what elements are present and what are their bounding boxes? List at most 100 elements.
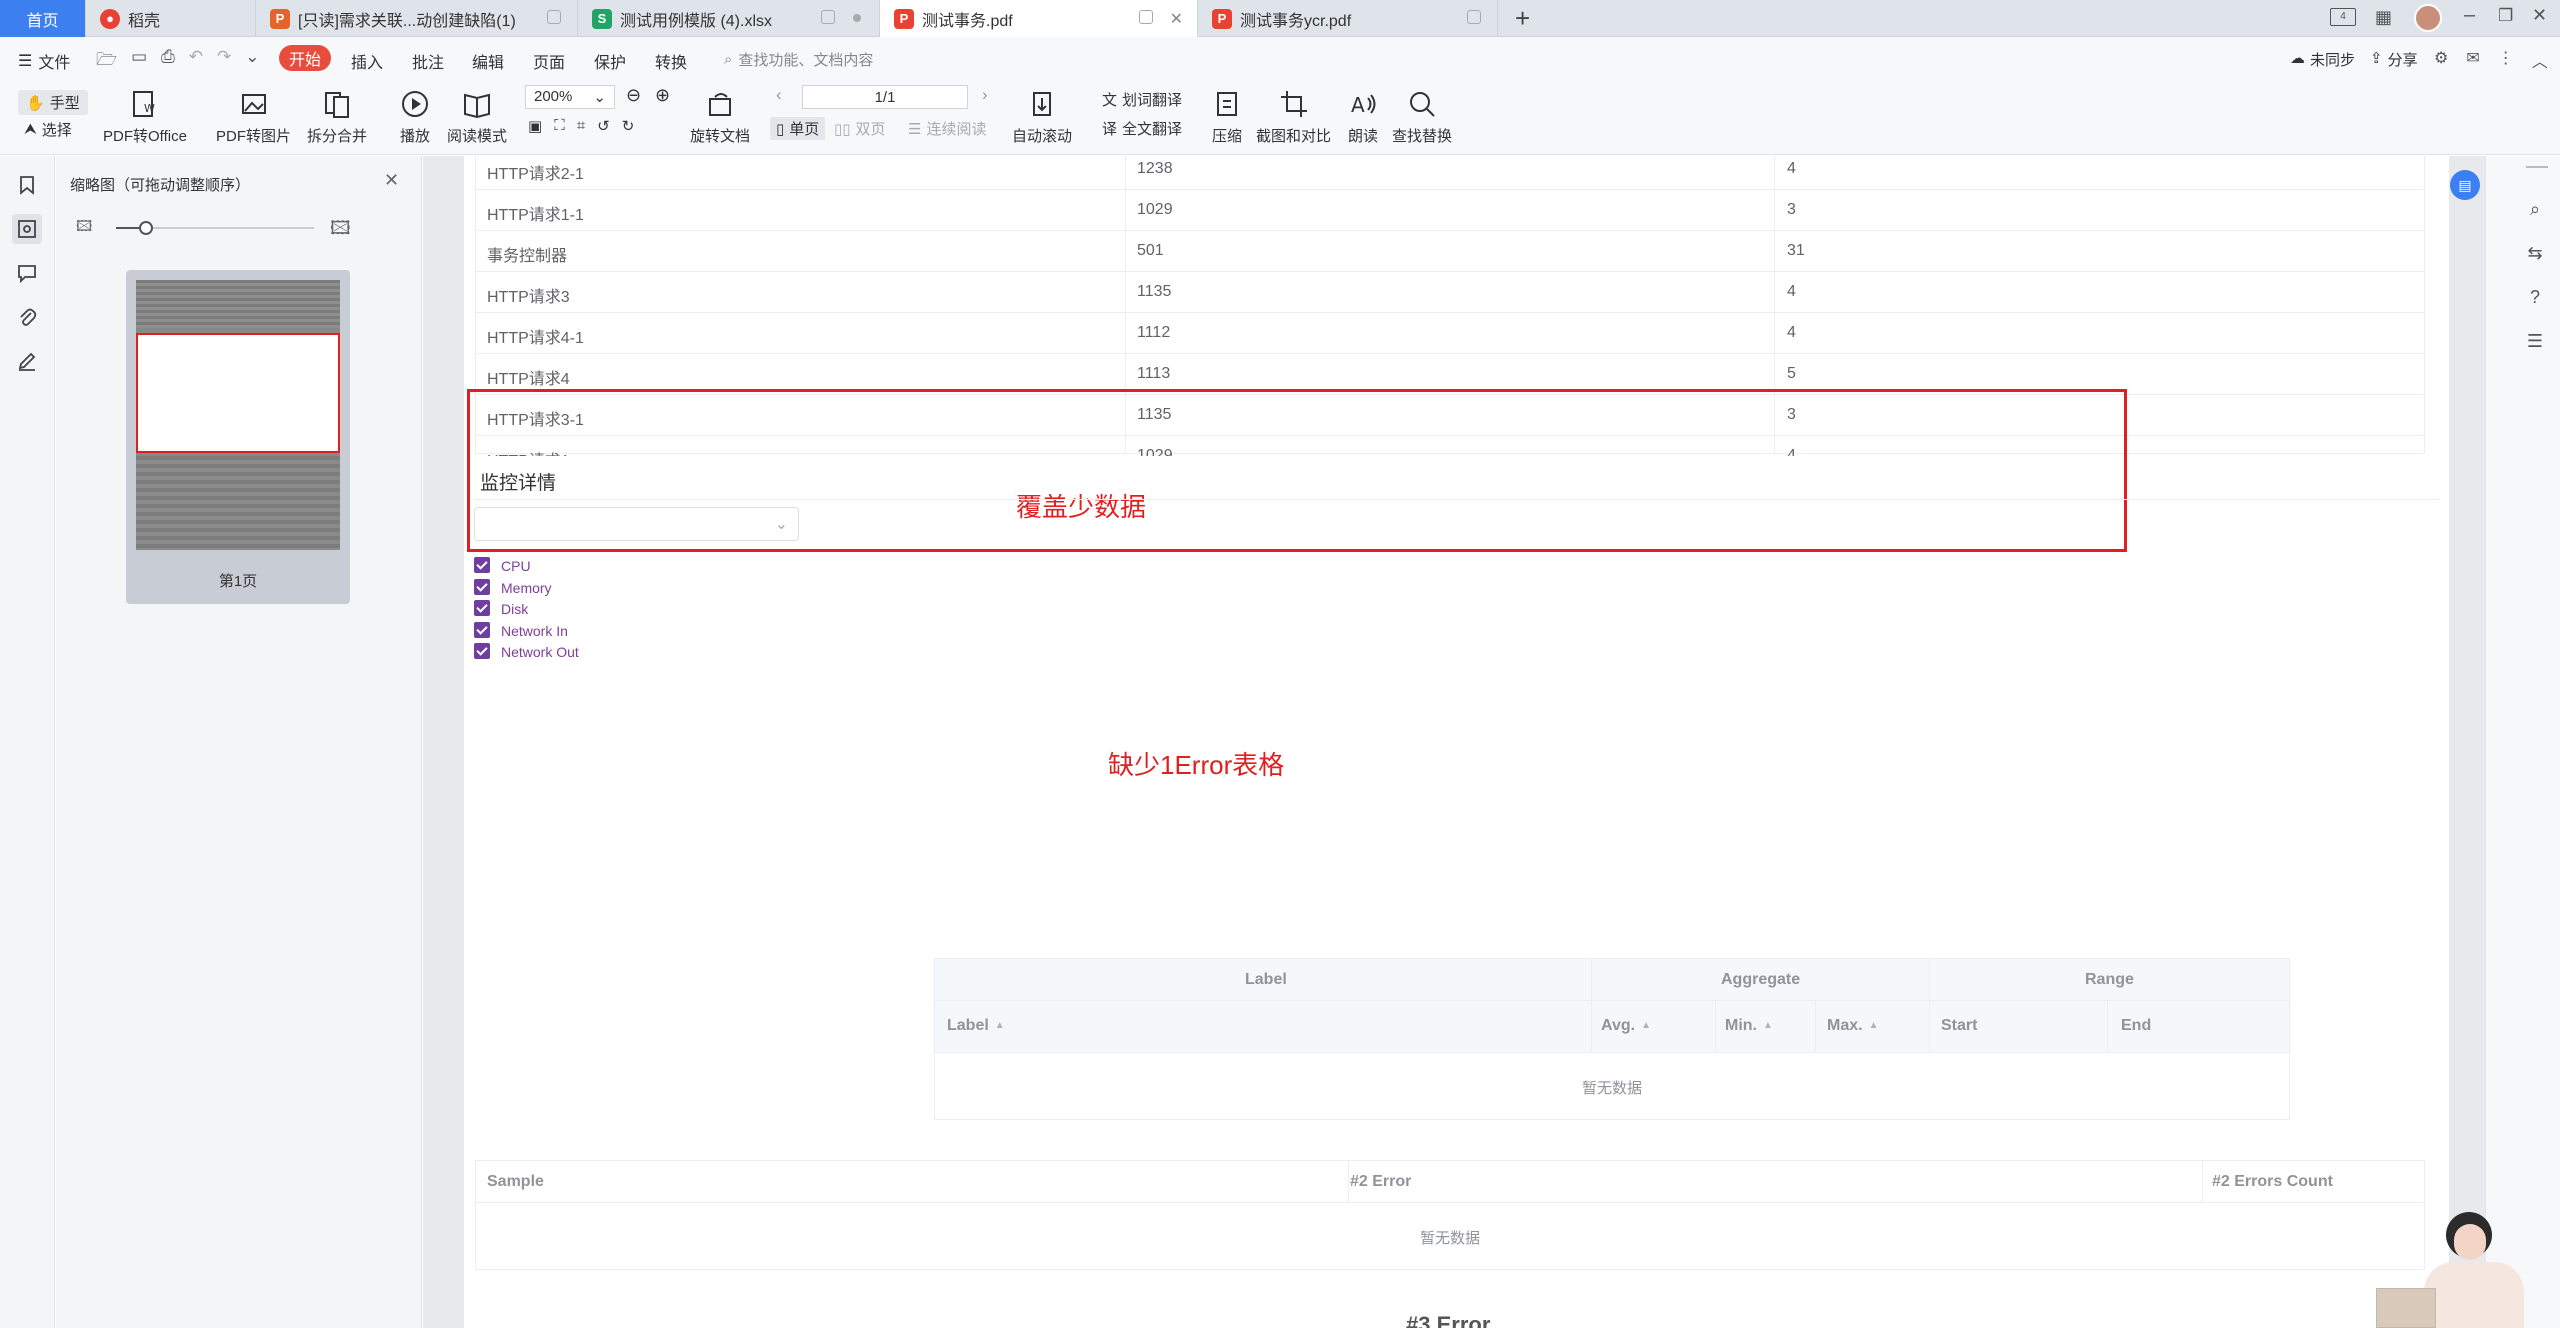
find-replace-button[interactable]: 查找替换 xyxy=(1392,87,1452,146)
play-button[interactable]: 播放 xyxy=(398,87,432,146)
close-tab-icon[interactable]: ✕ xyxy=(1170,9,1183,29)
compress-button[interactable]: 压缩 xyxy=(1210,87,1244,146)
tab-docer[interactable]: ● 稻壳 xyxy=(86,0,256,37)
attachment-icon[interactable] xyxy=(12,302,42,332)
bookmark-icon[interactable] xyxy=(12,170,42,200)
hand-tool-button[interactable]: ✋ 手型 xyxy=(18,90,88,115)
open-folder-icon[interactable]: 🗁 xyxy=(96,47,117,76)
column-header-label[interactable]: Label ▲ xyxy=(947,1017,1005,1035)
metric-checkbox-label[interactable]: Disk xyxy=(501,601,528,617)
share-button[interactable]: ⇪ 分享 xyxy=(2370,49,2418,70)
pdf-to-office-button[interactable]: W PDF转Office xyxy=(103,87,187,146)
rotate-document-button[interactable]: 旋转文档 xyxy=(690,87,750,146)
sync-status[interactable]: ☁ 未同步 xyxy=(2290,49,2355,70)
split-merge-button[interactable]: 拆分合并 xyxy=(307,87,367,146)
minimize-icon[interactable]: – xyxy=(2464,4,2475,27)
zoom-search-icon[interactable]: ⌕ xyxy=(2522,196,2548,222)
thumbnail-icon[interactable] xyxy=(12,214,42,244)
rotate-right-icon[interactable]: ↻ xyxy=(622,117,635,135)
metric-checkbox[interactable] xyxy=(474,643,490,659)
metric-checkbox[interactable] xyxy=(474,621,490,638)
prev-page-icon[interactable]: ‹ xyxy=(776,85,782,105)
fit-page-icon[interactable]: ⛶ xyxy=(554,117,565,135)
tab-convert[interactable]: 转换 xyxy=(655,49,687,73)
zoom-in-icon[interactable]: ⊕ xyxy=(655,85,670,106)
avatar[interactable] xyxy=(2414,4,2442,32)
metric-checkbox-label[interactable]: Memory xyxy=(501,580,552,596)
signature-icon[interactable] xyxy=(12,346,42,376)
ai-assistant-icon[interactable]: ▤ xyxy=(2450,170,2480,200)
zoom-select[interactable]: 200% ⌄ xyxy=(525,85,615,109)
message-icon[interactable]: ✉ xyxy=(2466,48,2479,72)
word-translate-button[interactable]: 文划词翻译 xyxy=(1102,89,1182,110)
assistant-mascot[interactable] xyxy=(2376,1212,2556,1328)
collapse-ribbon-icon[interactable]: ︿ xyxy=(2532,48,2548,72)
metric-checkbox[interactable] xyxy=(474,557,490,573)
more-icon[interactable]: ⋮ xyxy=(2498,48,2514,72)
small-image-icon[interactable]: 🖾 xyxy=(76,216,92,241)
thumbnail-size-slider[interactable] xyxy=(116,221,314,235)
select-tool-button[interactable]: ⮝ 选择 xyxy=(24,119,72,140)
metric-checkbox-label[interactable]: CPU xyxy=(501,558,531,574)
double-page-button[interactable]: ▯▯ 双页 xyxy=(834,118,886,139)
metric-checkbox[interactable] xyxy=(474,600,490,616)
sort-icon[interactable]: ▲ xyxy=(995,1020,1005,1031)
file-menu[interactable]: ☰ 文件 xyxy=(18,49,70,73)
full-translate-button[interactable]: 译全文翻译 xyxy=(1102,118,1182,139)
read-aloud-button[interactable]: A 朗读 xyxy=(1346,87,1380,146)
monitor-host-select[interactable]: ⌄ xyxy=(474,507,799,541)
metric-checkbox-label[interactable]: Network Out xyxy=(501,644,579,660)
comment-icon[interactable] xyxy=(12,258,42,288)
pdf-to-image-button[interactable]: PDF转图片 xyxy=(216,87,291,146)
sort-icon[interactable]: ▲ xyxy=(1869,1020,1879,1031)
grid-apps-icon[interactable]: ▦ xyxy=(2375,7,2392,28)
new-tab-button[interactable]: + xyxy=(1515,3,1530,34)
tab-excel-template[interactable]: S 测试用例模版 (4).xlsx xyxy=(578,0,880,37)
zoom-out-icon[interactable]: ⊖ xyxy=(626,85,641,106)
page-thumbnail-card[interactable]: 第1页 xyxy=(126,270,350,604)
tab-page[interactable]: 页面 xyxy=(533,49,565,73)
close-window-icon[interactable]: ✕ xyxy=(2532,5,2547,26)
rotate-left-icon[interactable]: ↺ xyxy=(597,117,610,135)
tab-readonly-doc[interactable]: P [只读]需求关联...动创建缺陷(1) xyxy=(256,0,578,37)
column-header-min[interactable]: Min. ▲ xyxy=(1725,1017,1773,1035)
tab-home[interactable]: 首页 xyxy=(0,0,86,37)
settings-gear-icon[interactable]: ⚙ xyxy=(2434,48,2448,72)
save-icon[interactable]: ▭ xyxy=(131,47,147,76)
tab-comment[interactable]: 批注 xyxy=(412,49,444,73)
tab-protect[interactable]: 保护 xyxy=(594,49,626,73)
continuous-read-button[interactable]: ☰ 连续阅读 xyxy=(908,118,986,139)
tab-edit[interactable]: 编辑 xyxy=(472,49,504,73)
adjust-settings-icon[interactable]: ☰ xyxy=(2522,328,2548,354)
page-number-input[interactable]: 1/1 xyxy=(802,85,968,109)
translate-side-icon[interactable]: ⇆ xyxy=(2522,240,2548,266)
column-header-max[interactable]: Max. ▲ xyxy=(1827,1017,1878,1035)
sort-icon[interactable]: ▲ xyxy=(1763,1020,1773,1031)
help-icon[interactable]: ? xyxy=(2522,284,2548,310)
next-page-icon[interactable]: › xyxy=(982,85,988,105)
slider-handle[interactable] xyxy=(138,221,153,235)
view-mode-icon[interactable]: 4 xyxy=(2330,8,2356,26)
tab-insert[interactable]: 插入 xyxy=(351,49,383,73)
fit-width-icon[interactable]: ⌗ xyxy=(577,117,585,135)
customize-chevron-icon[interactable]: ⌄ xyxy=(245,47,259,76)
feature-search[interactable]: ⌕ 查找功能、文档内容 xyxy=(724,49,873,70)
auto-scroll-button[interactable]: 自动滚动 xyxy=(1012,87,1072,146)
redo-icon[interactable]: ↷ xyxy=(217,47,231,76)
restore-icon[interactable]: ❐ xyxy=(2498,6,2513,26)
undo-icon[interactable]: ↶ xyxy=(189,47,203,76)
metric-checkbox-label[interactable]: Network In xyxy=(501,623,568,639)
close-panel-icon[interactable]: ✕ xyxy=(384,170,399,191)
tab-test-transaction-pdf[interactable]: P 测试事务.pdf ✕ xyxy=(880,0,1198,37)
metric-checkbox[interactable] xyxy=(474,578,490,595)
column-header-avg[interactable]: Avg. ▲ xyxy=(1601,1017,1651,1035)
single-page-button[interactable]: ▯ 单页 xyxy=(770,117,826,140)
read-mode-button[interactable]: 阅读模式 xyxy=(447,87,507,146)
print-icon[interactable]: ⎙ xyxy=(161,47,175,76)
screenshot-compare-button[interactable]: 截图和对比 xyxy=(1256,87,1331,146)
sort-icon[interactable]: ▲ xyxy=(1641,1020,1651,1031)
tab-start[interactable]: 开始 xyxy=(279,45,331,71)
tab-test-transaction-ycr-pdf[interactable]: P 测试事务ycr.pdf xyxy=(1198,0,1498,37)
actual-size-icon[interactable]: ▣ xyxy=(528,117,542,135)
large-image-icon[interactable]: 🖾 xyxy=(330,214,351,246)
